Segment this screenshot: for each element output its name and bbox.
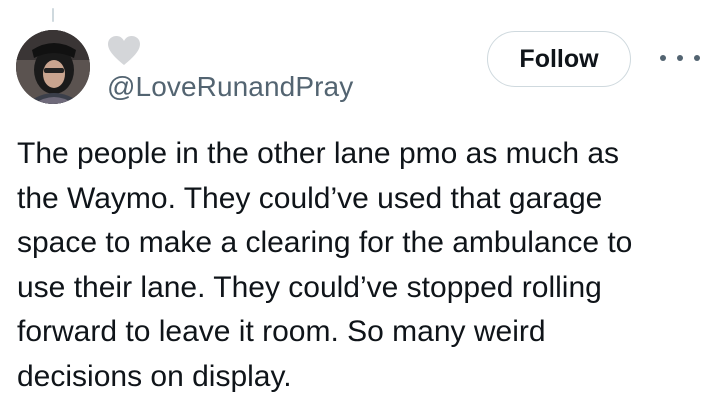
tweet-text-line: decisions on display. [17,359,292,393]
tweet-text: The people in the other lane pmo as much… [17,132,697,399]
tweet-text-line: space to make a clearing for the ambulan… [17,226,633,259]
more-horizontal-icon[interactable] [660,46,700,70]
avatar-image [16,30,90,104]
thread-connector-line [52,8,54,22]
author-handle[interactable]: @LoveRunandPray [107,69,353,105]
more-dot [694,55,700,61]
heart-icon [108,36,140,65]
follow-button[interactable]: Follow [487,31,631,87]
more-dot [677,55,683,61]
tweet-text-line: The people in the other lane pmo as much… [17,137,620,170]
avatar[interactable] [16,30,90,104]
more-dot [660,55,666,61]
tweet-text-line: use their lane. They could’ve stopped ro… [17,270,602,304]
tweet-text-line: the Waymo. They could’ve used that garag… [17,181,603,215]
tweet-text-line: forward to leave it room. So many weird [17,315,546,348]
